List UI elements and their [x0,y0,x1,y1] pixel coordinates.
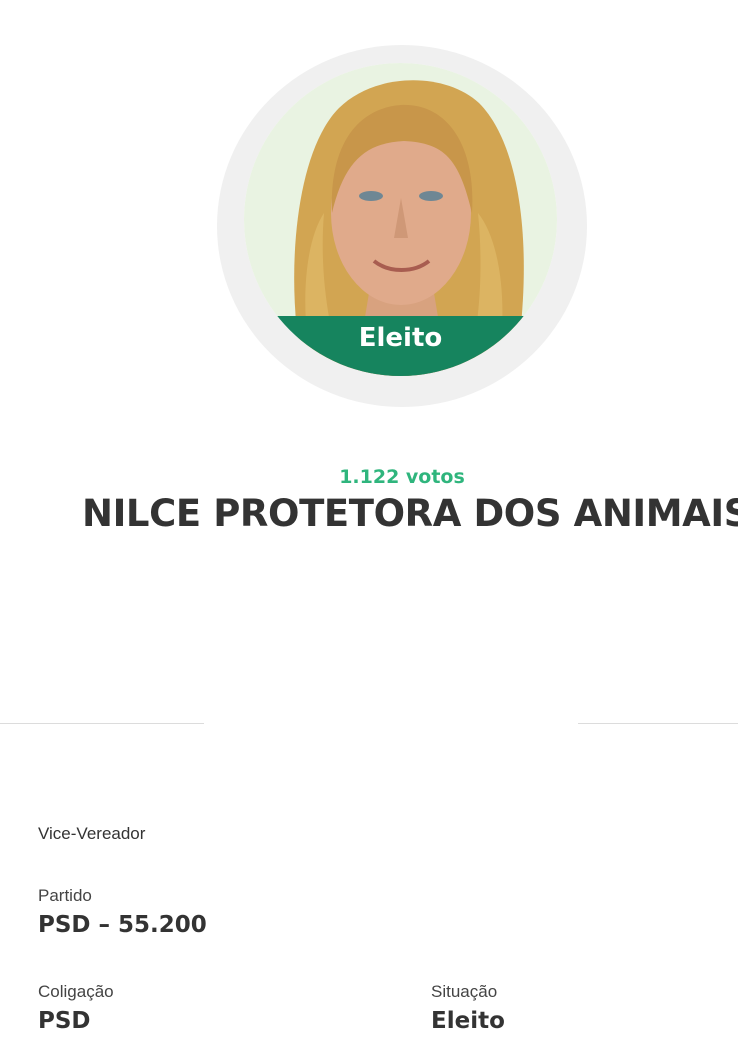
coligacao-label: Coligação [38,982,114,1001]
coligacao-value: PSD [38,1008,91,1034]
situacao-label: Situação [431,982,498,1001]
partido-label: Partido [38,886,92,905]
divider-left [0,723,204,724]
candidate-photo-frame: Eleito [244,63,557,376]
candidate-role: Vice-Vereador [38,824,146,843]
situacao-value: Eleito [431,1008,505,1034]
candidate-name: NILCE PROTETORA DOS ANIMAIS [82,492,738,535]
candidate-avatar: Eleito [217,45,587,407]
divider-right [578,723,738,724]
vote-count: 1.122 votos [339,466,465,488]
status-badge: Eleito [244,316,557,376]
partido-value: PSD – 55.200 [38,912,207,938]
